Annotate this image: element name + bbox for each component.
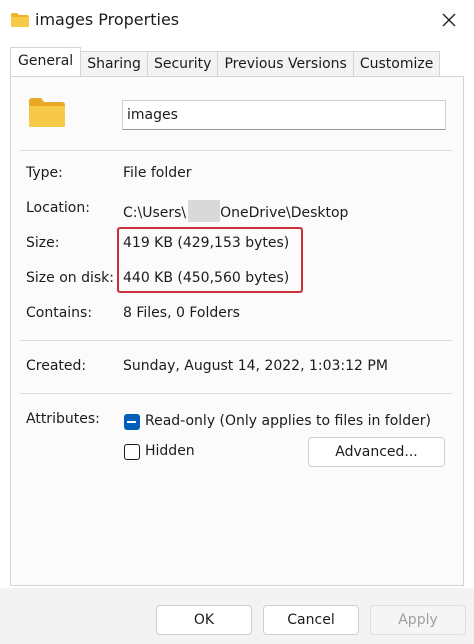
title-bar: images Properties xyxy=(0,0,474,42)
tab-bar: General Sharing Security Previous Versio… xyxy=(10,47,441,76)
redacted-username xyxy=(188,200,221,222)
ok-button[interactable]: OK xyxy=(156,605,252,635)
location-value: C:\Users\ OneDrive\Desktop xyxy=(123,200,348,222)
apply-button[interactable]: Apply xyxy=(370,605,466,635)
readonly-checkbox[interactable] xyxy=(124,414,140,430)
close-button[interactable] xyxy=(432,6,466,34)
created-value: Sunday, August 14, 2022, 1:03:12 PM xyxy=(123,358,388,374)
divider xyxy=(20,393,452,394)
divider xyxy=(20,150,452,151)
size-on-disk-label: Size on disk: xyxy=(26,270,114,286)
tab-general[interactable]: General xyxy=(10,47,82,76)
created-label: Created: xyxy=(26,358,87,374)
attributes-label: Attributes: xyxy=(26,411,100,427)
tab-customize[interactable]: Customize xyxy=(352,51,441,76)
divider xyxy=(20,340,452,341)
type-value: File folder xyxy=(123,165,192,181)
contains-value: 8 Files, 0 Folders xyxy=(123,305,240,321)
readonly-label[interactable]: Read-only (Only applies to files in fold… xyxy=(145,413,431,429)
contains-label: Contains: xyxy=(26,305,93,321)
location-prefix: C:\Users\ xyxy=(123,205,187,221)
folder-name-input[interactable] xyxy=(122,100,446,130)
close-icon xyxy=(442,13,456,27)
general-panel xyxy=(10,76,464,586)
size-highlight-box xyxy=(117,227,303,293)
location-label: Location: xyxy=(26,200,90,216)
hidden-checkbox[interactable] xyxy=(124,444,140,460)
folder-icon xyxy=(29,98,65,127)
folder-icon xyxy=(11,13,29,27)
advanced-button[interactable]: Advanced... xyxy=(308,437,445,467)
cancel-button[interactable]: Cancel xyxy=(263,605,359,635)
type-label: Type: xyxy=(26,165,63,181)
hidden-label[interactable]: Hidden xyxy=(145,443,195,459)
window-title: images Properties xyxy=(35,10,180,29)
tab-sharing[interactable]: Sharing xyxy=(80,51,148,76)
tab-security[interactable]: Security xyxy=(146,51,219,76)
location-suffix: OneDrive\Desktop xyxy=(220,205,349,221)
tab-previous-versions[interactable]: Previous Versions xyxy=(217,51,354,76)
size-label: Size: xyxy=(26,235,60,251)
